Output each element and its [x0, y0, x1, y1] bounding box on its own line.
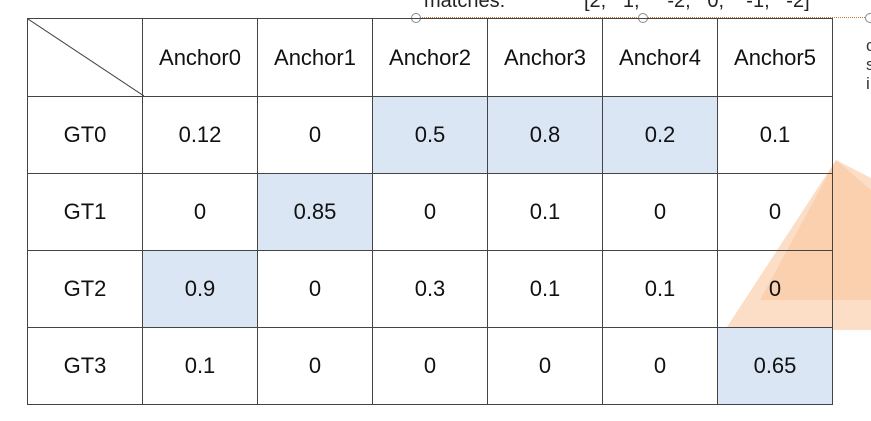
- table-row-gt2: GT2 0.9 0 0.3 0.1 0.1 0: [27, 250, 833, 328]
- clipped-side-text: csi: [866, 36, 871, 93]
- diagonal-line: [28, 19, 144, 96]
- table-cell: 0.1: [717, 96, 833, 174]
- table-cell: 0.1: [487, 250, 603, 328]
- table-cell-highlighted: 0.2: [602, 96, 718, 174]
- iou-matrix-table: Anchor0 Anchor1 Anchor2 Anchor3 Anchor4 …: [27, 18, 833, 405]
- table-cell: 0: [142, 173, 258, 251]
- matches-label: matches:: [424, 0, 506, 12]
- column-header-anchor4: Anchor4: [602, 18, 718, 97]
- table-cell: 0: [717, 250, 833, 328]
- row-header-gt2: GT2: [27, 250, 143, 328]
- table-row-gt1: GT1 0 0.85 0 0.1 0 0: [27, 173, 833, 251]
- column-header-anchor2: Anchor2: [372, 18, 488, 97]
- table-cell-highlighted: 0.85: [257, 173, 373, 251]
- resize-handle-right[interactable]: [865, 13, 871, 23]
- table-cell: 0: [257, 250, 373, 328]
- matches-values: [2, 1, -2, 0, -1, -2]: [584, 0, 810, 12]
- table-cell-highlighted: 0.8: [487, 96, 603, 174]
- column-header-anchor0: Anchor0: [142, 18, 258, 97]
- table-cell-highlighted: 0.9: [142, 250, 258, 328]
- table-row-gt3: GT3 0.1 0 0 0 0 0.65: [27, 327, 833, 405]
- table-cell: 0.1: [142, 327, 258, 405]
- table-cell: 0: [487, 327, 603, 405]
- table-cell: 0: [602, 327, 718, 405]
- row-header-gt3: GT3: [27, 327, 143, 405]
- column-header-anchor5: Anchor5: [717, 18, 833, 97]
- table-row-gt0: GT0 0.12 0 0.5 0.8 0.2 0.1: [27, 96, 833, 174]
- row-header-gt0: GT0: [27, 96, 143, 174]
- table-cell: 0: [717, 173, 833, 251]
- table-cell: 0: [257, 96, 373, 174]
- header-row: Anchor0 Anchor1 Anchor2 Anchor3 Anchor4 …: [27, 18, 833, 97]
- table-cell: 0.3: [372, 250, 488, 328]
- table-cell: 0: [257, 327, 373, 405]
- table-cell: 0.12: [142, 96, 258, 174]
- table-cell: 0: [602, 173, 718, 251]
- table-cell-highlighted: 0.5: [372, 96, 488, 174]
- table-cell: 0: [372, 173, 488, 251]
- table-cell: 0.1: [602, 250, 718, 328]
- table-cell-highlighted: 0.65: [717, 327, 833, 405]
- row-header-gt1: GT1: [27, 173, 143, 251]
- corner-cell: [27, 18, 144, 97]
- column-header-anchor3: Anchor3: [487, 18, 603, 97]
- table-cell: 0: [372, 327, 488, 405]
- column-header-anchor1: Anchor1: [257, 18, 373, 97]
- table-cell: 0.1: [487, 173, 603, 251]
